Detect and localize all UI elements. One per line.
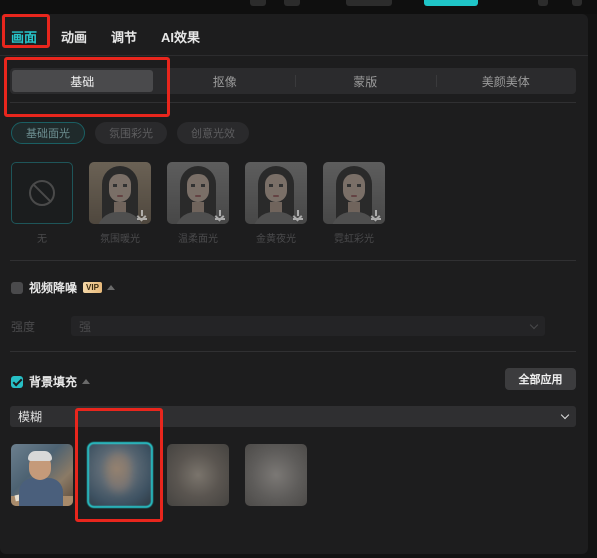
light-effect-thumbnail[interactable]	[167, 162, 229, 224]
pill-basic-face-light[interactable]: 基础面光	[11, 122, 85, 144]
pill-creative-light[interactable]: 创意光效	[177, 122, 249, 144]
light-effect-item[interactable]: 无	[11, 162, 73, 245]
section-divider	[10, 260, 576, 261]
background-fill-row: 背景填充	[11, 373, 91, 390]
tab-ai-effects[interactable]: AI效果	[161, 27, 200, 46]
toolbar-button[interactable]	[284, 0, 300, 6]
subtab-beauty[interactable]: 美颜美体	[435, 68, 577, 94]
subtab-cutout[interactable]: 抠像	[155, 68, 296, 94]
background-thumbnail-blur-3[interactable]	[245, 444, 307, 506]
light-effect-item[interactable]: 霓虹彩光	[323, 162, 385, 245]
video-denoise-row: 视频降噪 VIP	[11, 279, 115, 296]
chevron-down-icon	[529, 320, 539, 329]
light-effect-label: 温柔面光	[178, 234, 218, 245]
export-button[interactable]	[424, 0, 478, 6]
collapse-arrow-icon[interactable]	[106, 285, 115, 290]
background-thumbnail-list	[11, 442, 323, 508]
light-effect-label: 金黄夜光	[256, 234, 296, 245]
tab-divider	[0, 55, 588, 56]
none-icon	[29, 180, 55, 206]
download-icon[interactable]	[137, 210, 147, 220]
strength-value: 强	[79, 319, 92, 334]
download-icon[interactable]	[215, 210, 225, 220]
pill-ambient-color-light[interactable]: 氛围彩光	[95, 122, 167, 144]
tab-picture[interactable]: 画面	[11, 27, 37, 46]
none-thumbnail[interactable]	[11, 162, 73, 224]
toolbar-button[interactable]	[538, 0, 548, 6]
strength-label: 强度	[11, 319, 36, 334]
light-effect-label: 无	[37, 234, 47, 245]
fill-mode-select[interactable]: 模糊	[10, 406, 576, 427]
toolbar-button[interactable]	[250, 0, 266, 6]
light-category-pills: 基础面光 氛围彩光 创意光效	[11, 122, 259, 144]
tab-adjust[interactable]: 调节	[111, 27, 137, 46]
video-denoise-checkbox[interactable]	[11, 281, 23, 294]
tab-animation[interactable]: 动画	[61, 27, 87, 46]
section-divider	[10, 351, 576, 352]
top-toolbar-strip	[0, 0, 597, 14]
sub-tab-bar: 基础 抠像 蒙版 美颜美体	[10, 68, 576, 94]
denoise-strength-row: 强度 强	[11, 316, 545, 336]
subtab-mask[interactable]: 蒙版	[295, 68, 436, 94]
background-fill-label: 背景填充	[29, 375, 78, 389]
collapse-arrow-icon[interactable]	[82, 379, 91, 384]
background-thumbnail-blur-2[interactable]	[167, 444, 229, 506]
light-effect-thumbnail[interactable]	[245, 162, 307, 224]
light-effect-label: 氛围暖光	[100, 234, 140, 245]
chevron-down-icon	[560, 410, 570, 420]
background-thumbnail-original[interactable]	[11, 444, 73, 506]
properties-panel: 画面 动画 调节 AI效果 基础 抠像 蒙版 美颜美体 基础面光 氛围彩光 创意…	[0, 14, 588, 554]
section-divider	[10, 102, 576, 103]
light-effect-item[interactable]: 温柔面光	[167, 162, 229, 245]
video-denoise-label: 视频降噪	[29, 281, 78, 295]
light-effect-item[interactable]: 金黄夜光	[245, 162, 307, 245]
subtab-basic[interactable]: 基础	[12, 70, 153, 92]
vip-badge: VIP	[83, 282, 102, 293]
apply-all-button[interactable]: 全部应用	[505, 368, 576, 390]
main-tab-bar: 画面 动画 调节 AI效果	[8, 26, 224, 46]
download-icon[interactable]	[371, 210, 381, 220]
toolbar-button[interactable]	[346, 0, 392, 6]
background-thumbnail-blur-1[interactable]	[87, 442, 153, 508]
toolbar-button[interactable]	[572, 0, 582, 6]
light-effect-list: 无 氛围暖光 温柔面光 金黄夜光 霓虹彩光	[11, 162, 401, 245]
light-effect-item[interactable]: 氛围暖光	[89, 162, 151, 245]
download-icon[interactable]	[293, 210, 303, 220]
background-fill-checkbox[interactable]	[11, 375, 23, 388]
light-effect-label: 霓虹彩光	[334, 234, 374, 245]
fill-mode-value: 模糊	[18, 410, 43, 424]
light-effect-thumbnail[interactable]	[323, 162, 385, 224]
strength-select[interactable]: 强	[71, 316, 545, 336]
light-effect-thumbnail[interactable]	[89, 162, 151, 224]
